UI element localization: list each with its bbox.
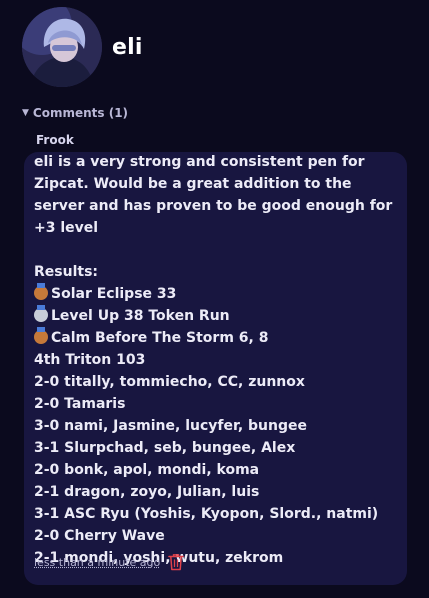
comments-toggle-label: Comments (1)	[32, 106, 129, 120]
result-text: Level Up 38 Token Run	[51, 308, 230, 324]
result-line: 2-1 dragon, zoyo, Julian, luis	[34, 484, 260, 500]
result-line: Calm Before The Storm 6, 8	[34, 327, 399, 349]
result-line: 4th Triton 103	[34, 352, 146, 368]
result-line: 3-1 ASC Ryu (Yoshis, Kyopon, Slord., nat…	[34, 506, 379, 522]
result-line: 3-1 Slurpchad, seb, bungee, Alex	[34, 440, 296, 456]
profile-header: eli	[22, 7, 143, 87]
comments-toggle[interactable]: ▼ Comments (1)	[22, 106, 128, 120]
silver-medal-icon	[34, 305, 48, 322]
comment-author: Frook	[36, 133, 74, 147]
result-text: Solar Eclipse 33	[51, 286, 177, 302]
result-text: Calm Before The Storm 6, 8	[51, 330, 269, 346]
results-heading: Results:	[34, 264, 98, 280]
comment-body: eli is a very strong and consistent pen …	[34, 151, 399, 569]
comment-footer: less than a minute ago	[34, 553, 185, 571]
result-line: 2-0 Tamaris	[34, 396, 126, 412]
trash-icon[interactable]	[168, 553, 185, 571]
result-line: 2-0 titally, tommiecho, CC, zunnox	[34, 374, 305, 390]
result-line: 2-0 bonk, apol, mondi, koma	[34, 462, 260, 478]
avatar	[22, 7, 102, 87]
result-line: 3-0 nami, Jasmine, lucyfer, bungee	[34, 418, 307, 434]
comment-timestamp[interactable]: less than a minute ago	[34, 556, 160, 569]
result-line: 2-0 Cherry Wave	[34, 528, 165, 544]
result-line: Solar Eclipse 33	[34, 283, 399, 305]
bronze-medal-icon	[34, 327, 48, 344]
profile-username: eli	[112, 34, 143, 60]
comment-card: eli is a very strong and consistent pen …	[24, 152, 407, 585]
bronze-medal-icon	[34, 283, 48, 300]
caret-down-icon: ▼	[22, 108, 29, 118]
comment-intro: eli is a very strong and consistent pen …	[34, 154, 393, 236]
result-line: Level Up 38 Token Run	[34, 305, 399, 327]
